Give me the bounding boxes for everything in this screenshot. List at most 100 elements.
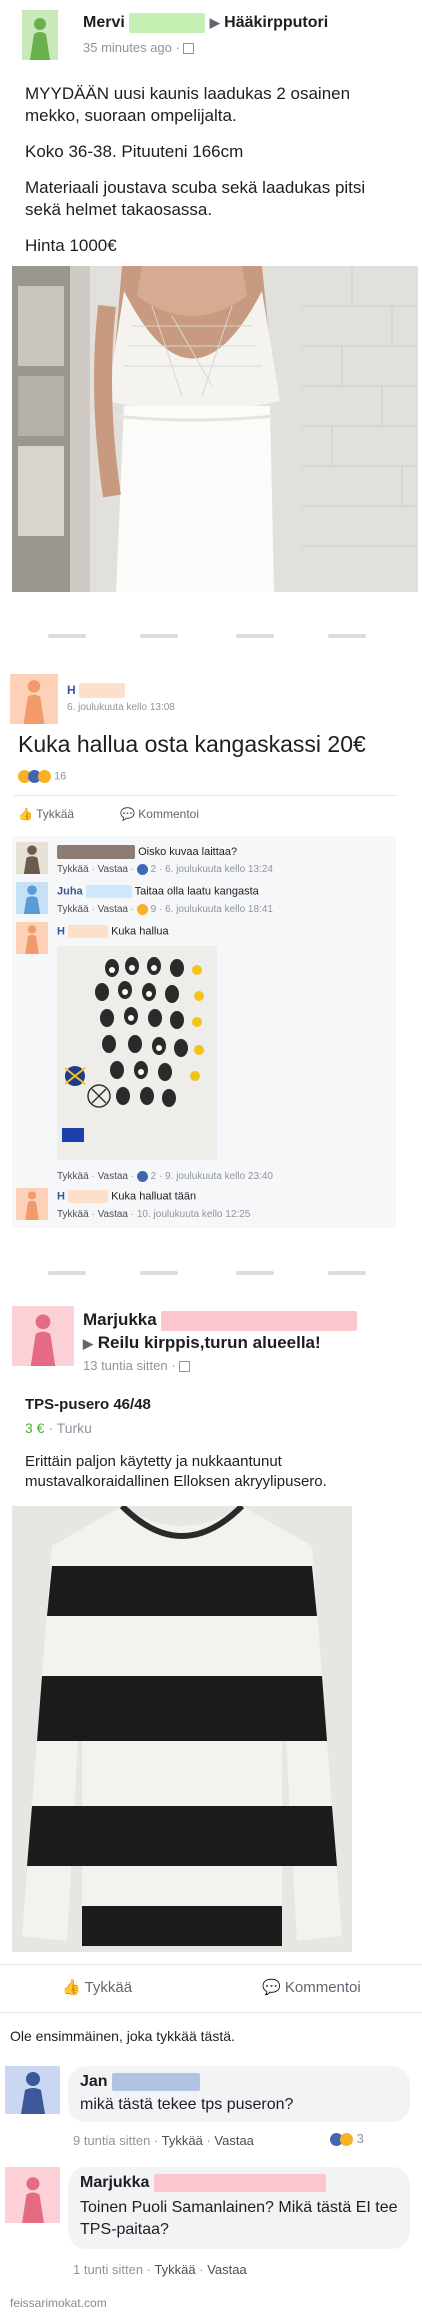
post3-like-button[interactable]: 👍 Tykkää (62, 1978, 132, 1996)
redacted-name (68, 1190, 109, 1203)
comment-reply-link[interactable]: Vastaa (98, 1209, 128, 1220)
comment-avatar-jan[interactable] (5, 2066, 60, 2114)
post1-meta: 35 minutes ago · (83, 40, 195, 55)
avatar-h[interactable] (10, 674, 58, 724)
post2-like-button[interactable]: 👍 Tykkää (18, 807, 74, 821)
post3-timestamp[interactable]: 13 tuntia sitten (83, 1358, 168, 1373)
comment-timestamp[interactable]: 10. joulukuuta kello 12:25 (137, 1209, 250, 1220)
post1-timestamp[interactable]: 35 minutes ago (83, 40, 172, 55)
comment-timestamp[interactable]: 9. joulukuuta kello 23:40 (165, 1171, 273, 1182)
arrow-right-icon: ▶ (209, 15, 220, 31)
comment-avatar[interactable] (16, 882, 48, 914)
comment-timestamp[interactable]: 9 tuntia sitten (73, 2133, 150, 2148)
comment-author[interactable]: Marjukka (80, 2174, 149, 2191)
divider-dash (48, 634, 86, 638)
dress-photo[interactable] (12, 266, 418, 592)
thumbs-up-icon: 👍 (18, 807, 33, 821)
divider-dash (140, 1271, 178, 1275)
comment-icon: 💬 (120, 807, 135, 821)
comment-like-link[interactable]: Tykkää (162, 2133, 203, 2148)
redacted-name (79, 683, 126, 699)
redacted-name (68, 925, 109, 938)
post3-item-title: TPS-pusero 46/48 (25, 1396, 151, 1413)
post2-like-label: Tykkää (36, 807, 75, 821)
comment-timestamp[interactable]: 6. joulukuuta kello 18:41 (165, 904, 273, 915)
redacted-name (161, 1310, 358, 1331)
post2-reactions[interactable]: 16 (18, 770, 66, 783)
comment-avatar[interactable] (16, 922, 48, 954)
comment-avatar[interactable] (16, 1188, 48, 1220)
comment-author[interactable]: H (57, 925, 65, 937)
comment-timestamp[interactable]: 1 tunti sitten (73, 2262, 143, 2277)
divider-dash (328, 1271, 366, 1275)
post2-text: Kuka hallua osta kangaskassi 20€ (18, 731, 366, 757)
post1-group-name[interactable]: Hääkirpputori (224, 14, 328, 31)
comment-author[interactable]: Juha (57, 885, 83, 897)
comment-like-link[interactable]: Tykkää (57, 1209, 89, 1220)
fabric-bag-image (57, 946, 217, 1160)
sweater-photo[interactable] (12, 1506, 352, 1952)
post1-text-line: Koko 36-38. Pituuteni 166cm (25, 142, 244, 161)
comment-1-actions: Tykkää · Vastaa · 2 · 6. joulukuuta kell… (57, 864, 273, 876)
comment-like-link[interactable]: Tykkää (57, 904, 89, 915)
comment-2-actions: Tykkää · Vastaa · 9 · 6. joulukuuta kell… (57, 904, 273, 916)
comment-like-link[interactable]: Tykkää (57, 1171, 89, 1182)
comment-4: H Kuka halluat tään (57, 1190, 196, 1203)
comment-avatar-marjukka[interactable] (5, 2167, 60, 2223)
post3-author-name[interactable]: Marjukka (83, 1310, 157, 1329)
post3-comment-1-reactions[interactable]: 3 (330, 2131, 364, 2147)
comment-reply-link[interactable]: Vastaa (207, 2262, 247, 2277)
redacted-name (85, 885, 132, 898)
wow-reaction-icon (38, 770, 51, 783)
avatar-marjukka[interactable] (12, 1306, 74, 1366)
avatar-mervi[interactable] (22, 10, 58, 60)
comment-text: Taitaa olla laatu kangasta (134, 885, 259, 898)
divider-dash (236, 634, 274, 638)
comment-reply-link[interactable]: Vastaa (98, 904, 128, 915)
post2-author-name[interactable]: H (67, 683, 76, 697)
comment-reply-link[interactable]: Vastaa (214, 2133, 254, 2148)
comment-like-link[interactable]: Tykkää (154, 2262, 195, 2277)
female-silhouette-icon (25, 925, 39, 954)
redacted-name (153, 2174, 326, 2192)
comment-text: mikä tästä tekee tps puseron? (80, 2096, 294, 2113)
post3-like-label: Tykkää (84, 1979, 133, 1996)
user-silhouette-icon (23, 845, 41, 874)
comment-reply-link[interactable]: Vastaa (98, 1171, 128, 1182)
comment-1: Oisko kuvaa laittaa? (57, 845, 237, 859)
divider-dash (236, 1271, 274, 1275)
divider-dash (328, 634, 366, 638)
post3-location: Turku (56, 1420, 92, 1436)
comment-author[interactable]: H (57, 1190, 65, 1202)
post3-comment-label: Kommentoi (284, 1979, 361, 1996)
comment-2: Juha Taitaa olla laatu kangasta (57, 885, 259, 898)
haha-reaction-icon (340, 2133, 353, 2147)
post3-comment-button[interactable]: 💬 Kommentoi (262, 1978, 361, 1996)
post3-price-line: 3 € · Turku (25, 1420, 92, 1436)
post3-price: 3 € (25, 1420, 45, 1436)
comment-like-link[interactable]: Tykkää (57, 864, 89, 875)
post3-first-like-text: Ole ensimmäinen, joka tykkää tästä. (10, 2028, 235, 2044)
post2-timestamp[interactable]: 6. joulukuuta kello 13:08 (67, 702, 175, 713)
post3-comment-1-actions: 9 tuntia sitten · Tykkää · Vastaa (73, 2133, 254, 2148)
comment-author[interactable]: Jan (80, 2073, 108, 2090)
comment-4-actions: Tykkää · Vastaa · 10. joulukuuta kello 1… (57, 1209, 251, 1220)
comment-reaction-count: 2 (150, 1171, 157, 1183)
redacted-name (57, 845, 135, 859)
post2-comment-button[interactable]: 💬 Kommentoi (120, 807, 199, 821)
comment-avatar[interactable] (16, 842, 48, 874)
post1-author-name[interactable]: Mervi (83, 14, 125, 31)
female-silhouette-icon (23, 680, 45, 724)
comment-timestamp[interactable]: 6. joulukuuta kello 13:24 (165, 864, 273, 875)
post3-meta: 13 tuntia sitten · (83, 1358, 191, 1373)
post1-text-line: Hinta 1000€ (25, 236, 117, 255)
comment-text: Toinen Puoli Samanlainen? Mikä tästä EI … (80, 2199, 398, 2238)
comment-reply-link[interactable]: Vastaa (98, 864, 128, 875)
post3-group-name[interactable]: Reilu kirppis,turun alueella! (98, 1333, 321, 1352)
thumbs-up-icon: 👍 (62, 1979, 81, 1996)
redacted-name (112, 2073, 201, 2091)
post3-description: Erittäin paljon käytetty ja nukkaantunut… (25, 1453, 327, 1490)
fabric-bag-photo[interactable] (57, 946, 217, 1160)
post2-header: H (67, 683, 126, 699)
sweater-image (12, 1506, 352, 1952)
